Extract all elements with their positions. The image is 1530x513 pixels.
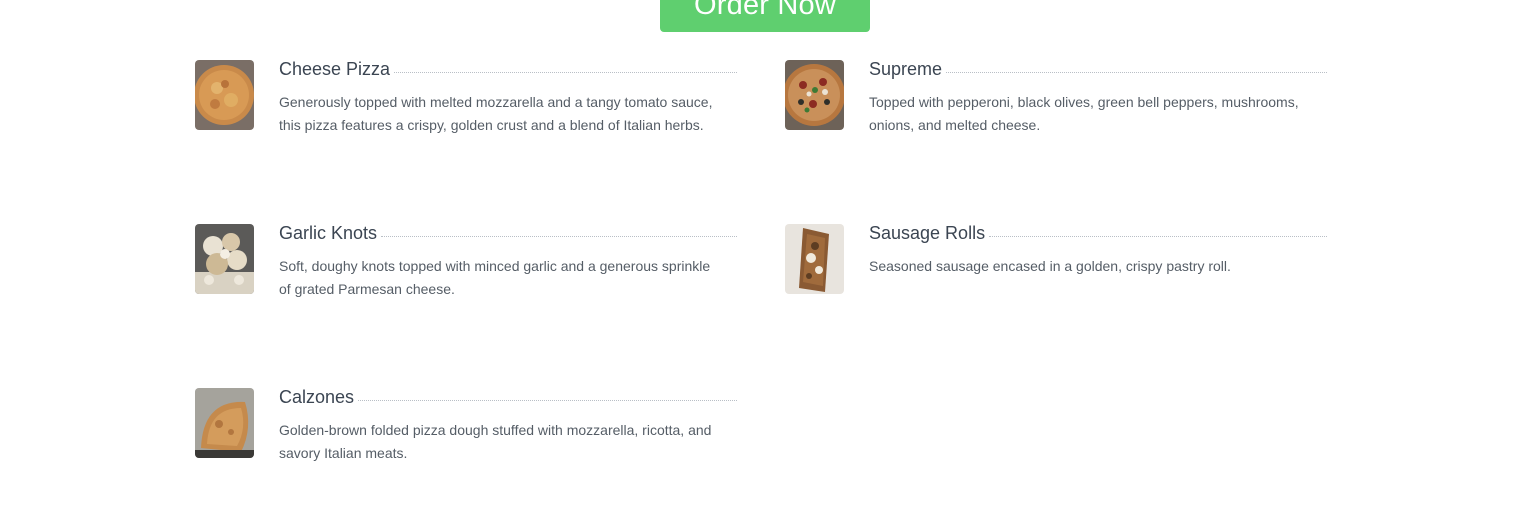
dotted-leader (989, 236, 1327, 237)
menu-item-name: Cheese Pizza (279, 59, 391, 79)
menu-item-name: Calzones (279, 387, 355, 407)
menu-item-description: Golden-brown folded pizza dough stuffed … (279, 422, 712, 461)
menu-item-supreme: Supreme Topped with pepperoni, black oli… (785, 59, 1327, 140)
order-now-button[interactable]: Order Now (660, 0, 870, 32)
supreme-pizza-image (785, 60, 844, 130)
menu-item-sausage-rolls: Sausage Rolls Seasoned sausage encased i… (785, 223, 1327, 304)
menu-item-name: Sausage Rolls (869, 223, 986, 243)
dotted-leader (394, 72, 737, 73)
order-now-label: Order Now (694, 0, 836, 21)
garlic-knots-image (195, 224, 254, 294)
menu-item-name: Garlic Knots (279, 223, 378, 243)
menu-item-cheese-pizza: Cheese Pizza Generously topped with melt… (195, 59, 737, 140)
menu-item-name: Supreme (869, 59, 943, 79)
menu-page: Order Now Cheese Pizza Generously topped… (0, 0, 1530, 513)
menu-item-description: Generously topped with melted mozzarella… (279, 94, 713, 133)
dotted-leader (358, 400, 737, 401)
dotted-leader (381, 236, 737, 237)
menu-item-description: Soft, doughy knots topped with minced ga… (279, 258, 711, 297)
menu-item-description: Topped with pepperoni, black olives, gre… (869, 94, 1299, 133)
sausage-rolls-image (785, 224, 844, 294)
cheese-pizza-image (195, 60, 254, 130)
menu-item-garlic-knots: Garlic Knots Soft, doughy knots topped w… (195, 223, 737, 304)
menu-item-calzones: Calzones Golden-brown folded pizza dough… (195, 387, 737, 468)
dotted-leader (946, 72, 1327, 73)
menu-item-description: Seasoned sausage encased in a golden, cr… (869, 258, 1231, 274)
calzones-image (195, 388, 254, 458)
